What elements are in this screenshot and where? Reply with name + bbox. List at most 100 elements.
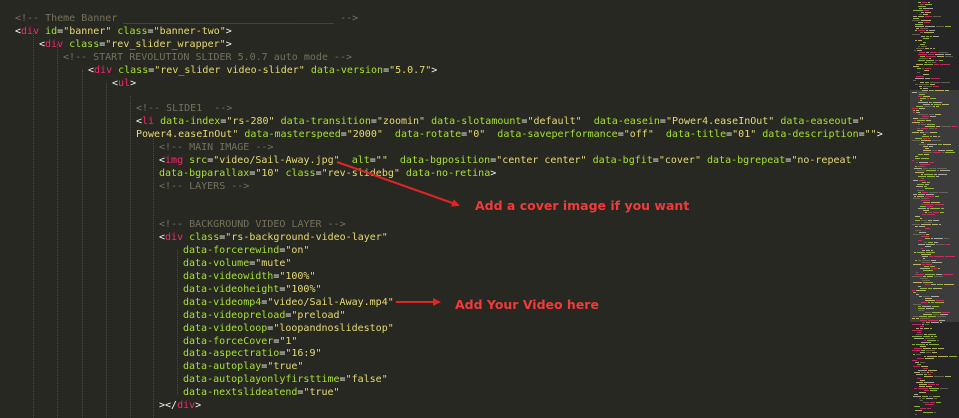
- minimap-stroke: [928, 138, 930, 139]
- minimap-stroke: [920, 288, 927, 289]
- minimap-stroke: [924, 382, 934, 383]
- minimap-stroke: [926, 194, 934, 195]
- minimap-stroke: [920, 318, 930, 319]
- minimap-stroke: [924, 22, 930, 23]
- minimap-stroke: [927, 340, 936, 341]
- minimap-stroke: [925, 274, 935, 275]
- minimap-stroke: [938, 144, 942, 145]
- minimap-stroke: [913, 112, 915, 113]
- minimap-stroke: [940, 212, 944, 213]
- minimap-stroke: [916, 382, 923, 383]
- minimap-stroke: [937, 170, 939, 171]
- minimap-stroke: [943, 144, 951, 145]
- minimap-stroke: [921, 140, 931, 141]
- minimap-stroke: [926, 30, 928, 31]
- minimap-stroke: [917, 130, 923, 131]
- minimap-stroke: [933, 314, 939, 315]
- minimap-stroke: [925, 324, 929, 325]
- minimap-stroke: [912, 324, 921, 325]
- minimap-stroke: [940, 170, 950, 171]
- minimap-stroke: [945, 56, 953, 57]
- minimap-stroke: [925, 238, 930, 239]
- minimap-stroke: [917, 120, 925, 121]
- minimap-stroke: [914, 394, 918, 395]
- minimap-stroke: [915, 260, 917, 261]
- minimap-stroke: [936, 106, 939, 107]
- minimap-stroke: [920, 268, 930, 269]
- minimap-stroke: [912, 34, 920, 35]
- minimap-stroke: [945, 26, 951, 27]
- minimap-stroke: [923, 270, 933, 271]
- minimap-stroke: [924, 334, 927, 335]
- minimap-stroke: [928, 212, 932, 213]
- minimap-stroke: [941, 126, 951, 127]
- minimap-stroke: [923, 134, 926, 135]
- minimap-stroke: [930, 132, 937, 133]
- minimap-stroke: [921, 178, 924, 179]
- minimap-stroke: [917, 190, 924, 191]
- minimap-stroke: [920, 352, 925, 353]
- minimap-stroke: [917, 252, 925, 253]
- minimap-stroke: [922, 322, 925, 323]
- minimap-stroke: [940, 64, 950, 65]
- minimap-stroke: [926, 234, 929, 235]
- minimap-stroke: [915, 84, 918, 85]
- minimap-stroke: [936, 26, 944, 27]
- minimap-stroke: [925, 26, 935, 27]
- minimap-stroke: [931, 284, 936, 285]
- minimap-stroke: [928, 320, 938, 321]
- minimap-stroke: [918, 124, 920, 125]
- minimap-stroke: [912, 122, 920, 123]
- minimap-stroke: [916, 318, 919, 319]
- minimap-stroke: [920, 82, 924, 83]
- minimap-stroke: [924, 10, 929, 11]
- minimap-stroke: [913, 118, 918, 119]
- minimap-stroke: [921, 124, 926, 125]
- minimap-stroke: [936, 300, 944, 301]
- minimap-stroke: [912, 336, 922, 337]
- minimap-stroke: [923, 296, 930, 297]
- minimap-stroke: [915, 158, 920, 159]
- minimap-stroke: [939, 60, 943, 61]
- minimap-stroke: [915, 226, 918, 227]
- minimap-stroke: [928, 62, 931, 63]
- minimap-stroke: [928, 384, 935, 385]
- minimap-stroke: [934, 398, 937, 399]
- minimap-stroke: [923, 42, 926, 43]
- minimap-stroke: [925, 4, 932, 5]
- minimap-stroke: [942, 312, 950, 313]
- minimap-stroke: [941, 82, 950, 83]
- minimap-stroke: [932, 140, 941, 141]
- minimap-stroke: [915, 410, 922, 411]
- minimap-stroke: [930, 136, 932, 137]
- minimap-stroke: [918, 306, 921, 307]
- minimap-stroke: [921, 236, 929, 237]
- minimap-stroke: [924, 204, 934, 205]
- minimap-stroke: [933, 48, 935, 49]
- minimap-stroke: [918, 260, 921, 261]
- minimap-stroke: [926, 344, 928, 345]
- minimap-stroke: [921, 158, 929, 159]
- minimap-stroke: [913, 110, 915, 111]
- minimap-stroke: [921, 248, 923, 249]
- minimap-stroke: [946, 244, 950, 245]
- minimap-stroke: [917, 358, 924, 359]
- minimap-stroke: [927, 206, 933, 207]
- minimap-stroke: [927, 208, 929, 209]
- minimap-stroke: [915, 26, 924, 27]
- minimap-stroke: [927, 408, 931, 409]
- minimap-stroke: [920, 206, 926, 207]
- minimap-stroke: [930, 266, 935, 267]
- minimap-stroke: [945, 376, 951, 377]
- minimap[interactable]: [910, 0, 959, 418]
- minimap-stroke: [920, 362, 925, 363]
- minimap-stroke: [923, 314, 932, 315]
- minimap-stroke: [939, 224, 941, 225]
- minimap-stroke: [929, 102, 932, 103]
- minimap-stroke: [915, 220, 920, 221]
- minimap-stroke: [926, 36, 929, 37]
- minimap-stroke: [934, 276, 943, 277]
- minimap-stroke: [914, 348, 922, 349]
- minimap-stroke: [937, 284, 943, 285]
- minimap-stroke: [915, 156, 918, 157]
